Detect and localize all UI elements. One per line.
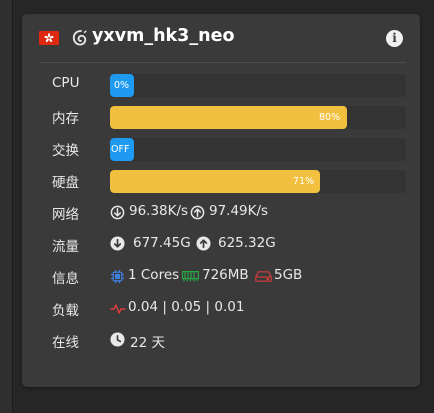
traffic-upload-total: 625.32G xyxy=(218,235,276,251)
memory-bar-fill xyxy=(110,106,347,129)
uptime-label: 在线 xyxy=(52,335,79,351)
load-average: 0.04 | 0.05 | 0.01 xyxy=(128,299,245,315)
network-label: 网络 xyxy=(52,207,79,223)
disk-bar-fill xyxy=(110,170,320,193)
hong-kong-flag-icon xyxy=(39,31,59,45)
heartbeat-icon xyxy=(110,304,126,314)
disk-bar-text: 71% xyxy=(293,176,315,187)
cpu-bar-text: 0% xyxy=(114,80,130,91)
download-circle-icon xyxy=(110,236,125,251)
info-icon[interactable]: i xyxy=(386,30,403,47)
upload-arrow-icon xyxy=(190,205,205,220)
sidebar-edge xyxy=(0,0,13,413)
cpu-label: CPU xyxy=(52,75,80,91)
cpu-chip-icon xyxy=(110,269,125,284)
traffic-download-total: 677.45G xyxy=(133,235,191,251)
load-label: 负载 xyxy=(52,303,79,319)
network-download-speed: 96.38K/s xyxy=(129,203,189,219)
traffic-label: 流量 xyxy=(52,239,79,255)
debian-icon xyxy=(72,30,87,46)
info-cores: 1 Cores xyxy=(128,267,180,283)
info-memory: 726MB xyxy=(202,267,249,283)
uptime-value: 22 天 xyxy=(130,335,165,351)
download-arrow-icon xyxy=(110,205,125,220)
swap-bar-text: OFF xyxy=(111,144,130,155)
disk-bar: 71% xyxy=(110,170,406,193)
memory-bar: 80% xyxy=(110,106,406,129)
server-card-header: yxvm_hk3_neo i xyxy=(22,14,420,62)
memory-label: 内存 xyxy=(52,111,79,127)
memory-bar-text: 80% xyxy=(319,112,341,123)
clock-icon xyxy=(110,332,125,347)
memory-module-icon xyxy=(182,271,199,282)
server-card: yxvm_hk3_neo i CPU 0% 内存 80% 交换 OFF 硬盘 7… xyxy=(22,14,420,387)
info-disk: 5GB xyxy=(274,267,303,283)
swap-label: 交换 xyxy=(52,143,79,159)
upload-circle-icon xyxy=(196,236,211,251)
swap-bar: OFF xyxy=(110,138,406,161)
hard-drive-icon xyxy=(255,271,272,282)
disk-label: 硬盘 xyxy=(52,175,79,191)
info-label: 信息 xyxy=(52,271,79,287)
header-divider xyxy=(40,62,406,63)
server-name[interactable]: yxvm_hk3_neo xyxy=(92,26,234,46)
cpu-bar: 0% xyxy=(110,74,406,97)
network-upload-speed: 97.49K/s xyxy=(209,203,269,219)
